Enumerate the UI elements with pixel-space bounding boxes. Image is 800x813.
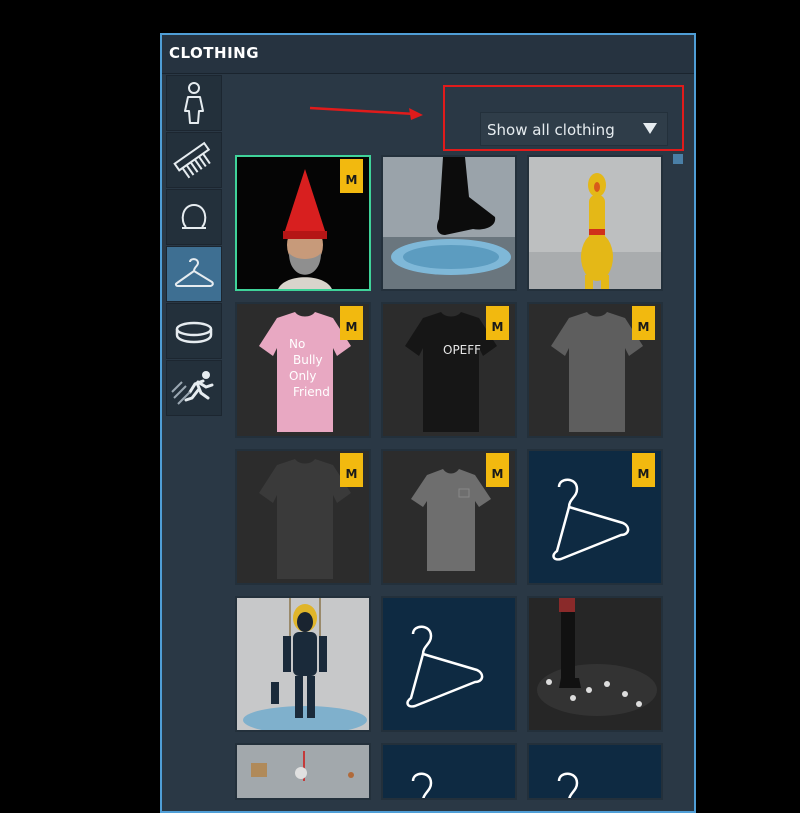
hanger-icon xyxy=(411,772,433,798)
running-person-icon xyxy=(171,371,214,405)
item-black-boots[interactable] xyxy=(381,155,517,291)
boots-thumbnail xyxy=(383,157,515,289)
item-pink-tshirt[interactable]: No Bully Only Friend M xyxy=(235,302,371,438)
cyber-suit-thumbnail xyxy=(237,598,369,730)
m-badge: M xyxy=(486,306,509,340)
hanger-icon xyxy=(557,772,579,798)
accessories-tab[interactable] xyxy=(166,303,222,359)
m-badge: M xyxy=(340,159,363,193)
item-hanger-placeholder[interactable]: M xyxy=(527,449,663,585)
head-tab[interactable] xyxy=(166,189,222,245)
item-cyber-suit-avatar[interactable] xyxy=(235,596,371,732)
ring-icon xyxy=(175,321,213,344)
item-boots-scene[interactable] xyxy=(527,596,663,732)
item-scene-partial[interactable] xyxy=(235,743,371,800)
animation-tab[interactable] xyxy=(166,360,222,416)
panel-title: CLOTHING xyxy=(169,44,260,62)
hanger-icon xyxy=(406,625,484,708)
item-grey-tshirt[interactable]: M xyxy=(527,302,663,438)
item-rubber-chicken[interactable] xyxy=(527,155,663,291)
person-icon xyxy=(184,82,204,124)
item-hanger-placeholder[interactable] xyxy=(527,743,663,800)
boots-scene-thumbnail xyxy=(529,598,661,730)
annotation-arrow xyxy=(309,106,423,120)
m-badge: M xyxy=(340,453,363,487)
panel-header: CLOTHING xyxy=(162,35,694,74)
item-dark-grey-tshirt[interactable]: M xyxy=(235,449,371,585)
svg-text:Only: Only xyxy=(289,369,317,383)
hanger-icon xyxy=(174,258,214,287)
item-hanger-placeholder[interactable] xyxy=(381,596,517,732)
m-badge: M xyxy=(632,453,655,487)
scene-thumbnail xyxy=(237,745,369,798)
clothing-filter-dropdown[interactable]: Show all clothing xyxy=(480,112,668,146)
comb-icon xyxy=(173,141,211,179)
svg-text:Bully: Bully xyxy=(293,353,323,367)
rubber-chicken-thumbnail xyxy=(529,157,661,289)
body-tab[interactable] xyxy=(166,75,222,131)
m-badge: M xyxy=(486,453,509,487)
item-black-tshirt[interactable]: OPEFF M xyxy=(381,302,517,438)
svg-text:Friend: Friend xyxy=(293,385,330,399)
m-badge: M xyxy=(632,306,655,340)
item-gnome-hat-avatar[interactable]: M xyxy=(235,155,371,291)
item-grey-tshirt-pocket[interactable]: M xyxy=(381,449,517,585)
shirt-print-text: No xyxy=(289,337,305,351)
chevron-down-icon xyxy=(643,123,657,134)
hair-tab[interactable] xyxy=(166,132,222,188)
scrollbar-thumb[interactable] xyxy=(673,154,683,164)
m-badge: M xyxy=(340,306,363,340)
dropdown-selected-value: Show all clothing xyxy=(487,121,615,139)
item-hanger-placeholder[interactable] xyxy=(381,743,517,800)
shirt-print-text: OPEFF xyxy=(443,343,481,357)
clothing-tab[interactable] xyxy=(166,246,222,302)
head-outline-icon xyxy=(181,203,207,229)
